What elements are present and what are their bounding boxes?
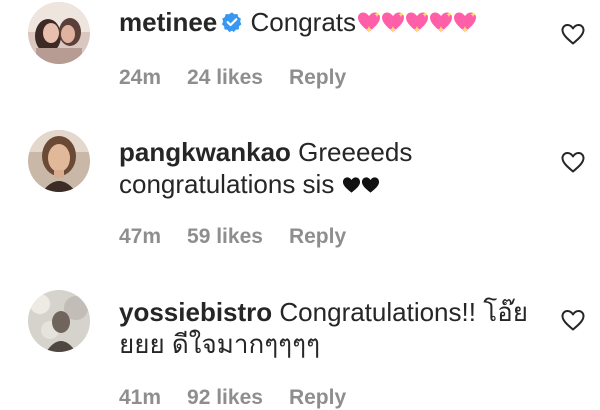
emoji-hearts (342, 169, 380, 199)
like-heart-icon[interactable] (560, 22, 586, 46)
sparkling-heart-icon (382, 12, 404, 33)
like-heart-icon[interactable] (560, 150, 586, 174)
avatar[interactable] (28, 130, 90, 192)
comment-meta: 41m 92 likes Reply (119, 386, 372, 410)
verified-badge-icon (222, 12, 242, 33)
sparkling-heart-icon (430, 12, 452, 33)
black-heart-icon (342, 177, 360, 193)
comment-username[interactable]: yossiebistro (119, 297, 272, 327)
reply-button[interactable]: Reply (289, 225, 346, 248)
comment-time: 47m (119, 225, 162, 248)
sparkling-heart-icon (406, 12, 428, 33)
comment-text: yossiebistro Congratulations!! โอ๊ย ยยย … (119, 296, 549, 360)
comment-text: pangkwankao Greeeeds congratulations sis (119, 136, 549, 200)
reply-button[interactable]: Reply (289, 386, 346, 409)
comment-username[interactable]: pangkwankao (119, 137, 291, 167)
comment-likes[interactable]: 92 likes (187, 386, 263, 409)
comment-text: metinee Congrats (119, 6, 549, 38)
comment-body: Congrats (250, 7, 357, 37)
sparkling-heart-icon (454, 12, 476, 33)
emoji-hearts (356, 7, 476, 37)
like-heart-icon[interactable] (560, 308, 586, 332)
comment-time: 41m (119, 386, 162, 409)
comment-item: pangkwankao Greeeeds congratulations sis… (0, 120, 600, 260)
reply-button[interactable]: Reply (289, 66, 346, 89)
avatar[interactable] (28, 2, 90, 64)
comment-time: 24m (119, 66, 162, 89)
comment-meta: 24m 24 likes Reply (119, 66, 372, 90)
comment-username[interactable]: metinee (119, 7, 217, 37)
avatar[interactable] (28, 290, 90, 352)
comment-likes[interactable]: 24 likes (187, 66, 263, 89)
sparkling-heart-icon (358, 12, 380, 33)
comment-item: yossiebistro Congratulations!! โอ๊ย ยยย … (0, 280, 600, 410)
comment-item: metinee Congrats 24m 24 likes Reply (0, 0, 600, 110)
comment-meta: 47m 59 likes Reply (119, 225, 372, 249)
comment-likes[interactable]: 59 likes (187, 225, 263, 248)
black-heart-icon (361, 177, 379, 193)
